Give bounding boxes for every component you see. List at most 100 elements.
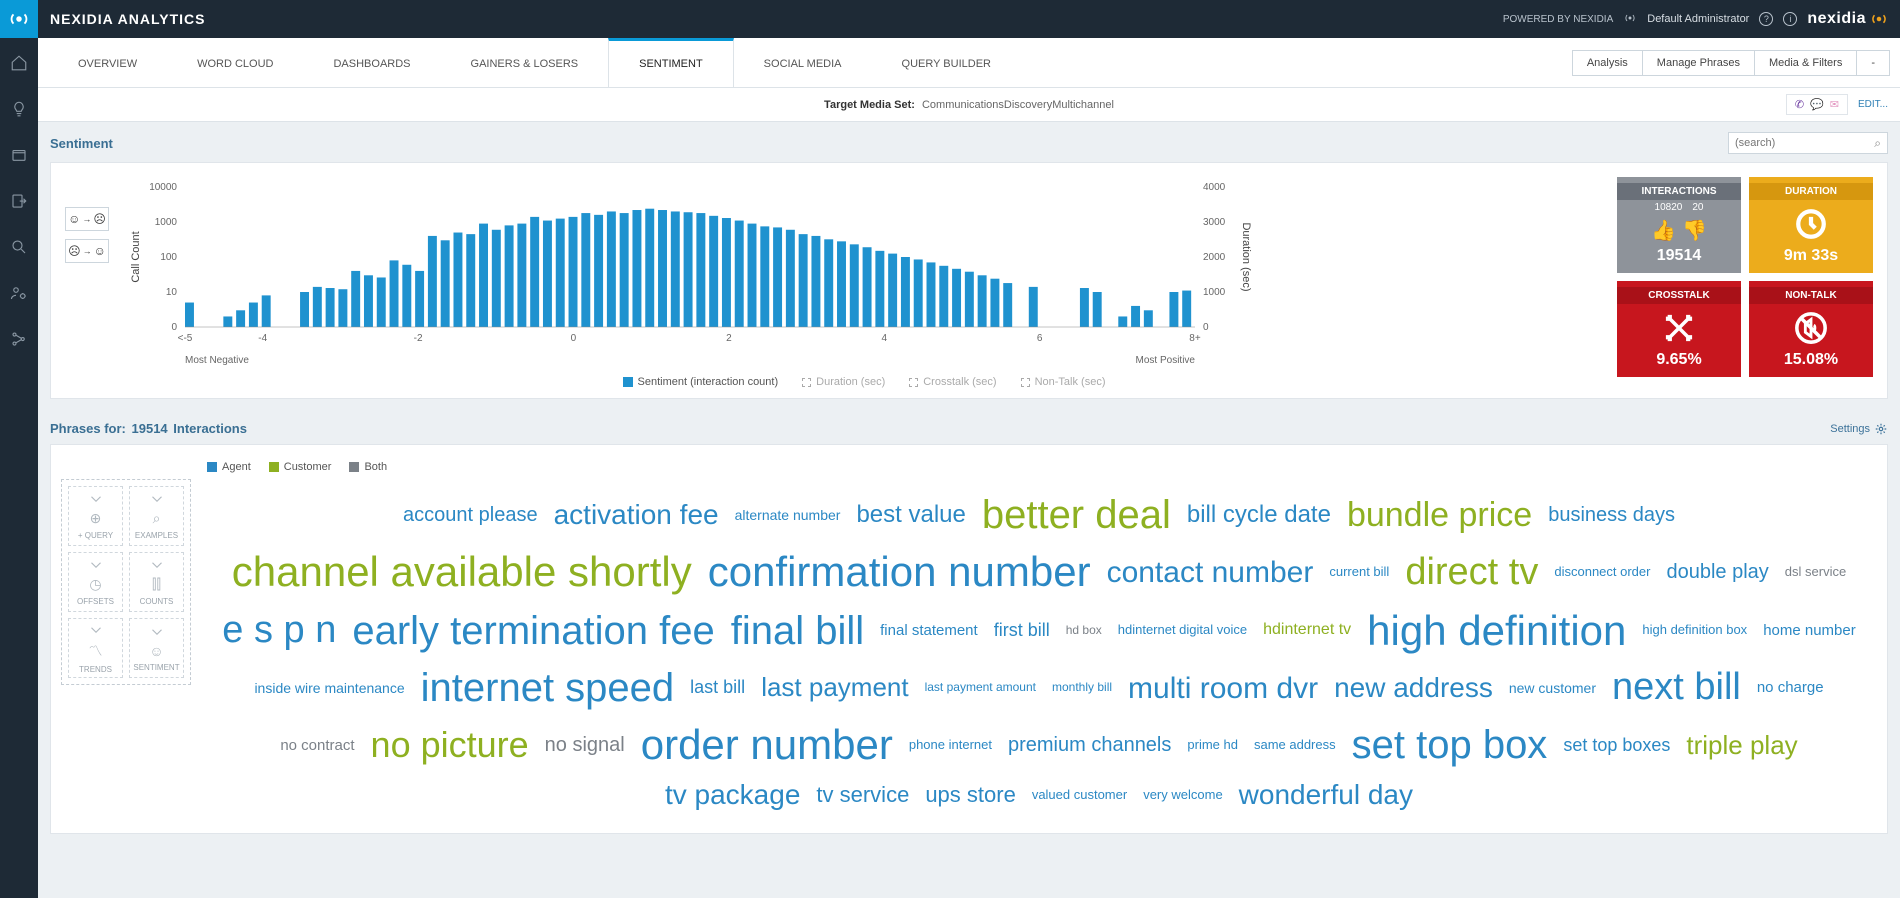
- phrase-valued-customer[interactable]: valued customer: [1032, 787, 1127, 804]
- search-input[interactable]: [1735, 137, 1874, 149]
- phrase-better-deal[interactable]: better deal: [982, 489, 1171, 541]
- phrase-confirmation-number[interactable]: confirmation number: [708, 545, 1091, 600]
- phrase-last-payment[interactable]: last payment: [761, 671, 908, 705]
- legend-sentiment[interactable]: Sentiment (interaction count): [623, 376, 779, 388]
- folder-icon[interactable]: [8, 144, 30, 166]
- phrase-high-definition-box[interactable]: high definition box: [1642, 622, 1747, 639]
- action-analysis[interactable]: Analysis: [1572, 50, 1643, 76]
- search-box[interactable]: ⌕: [1728, 132, 1888, 154]
- phrase-hdinternet-digital-voice[interactable]: hdinternet digital voice: [1118, 622, 1247, 639]
- edit-link[interactable]: EDIT...: [1858, 99, 1888, 110]
- phrase-best-value[interactable]: best value: [856, 499, 965, 530]
- phrase-wonderful-day[interactable]: wonderful day: [1239, 777, 1413, 813]
- phrase-high-definition[interactable]: high definition: [1367, 604, 1626, 659]
- tab-sentiment[interactable]: SENTIMENT: [608, 38, 734, 88]
- help-icon[interactable]: ?: [1759, 12, 1773, 26]
- kpi-interactions[interactable]: INTERACTIONS 10820 20 👍 👎 19514: [1617, 177, 1741, 273]
- tool-offsets[interactable]: ◷OFFSETS: [68, 552, 123, 612]
- info-icon[interactable]: i: [1783, 12, 1797, 26]
- nodes-gear-icon[interactable]: [8, 328, 30, 350]
- toggle-sad-to-happy[interactable]: ☹→☺: [65, 239, 109, 263]
- app-logo[interactable]: [0, 0, 38, 38]
- tool-sentiment[interactable]: ☺SENTIMENT: [129, 618, 184, 678]
- phrase-very-welcome[interactable]: very welcome: [1143, 787, 1222, 804]
- phrase-set-top-box[interactable]: set top box: [1352, 719, 1548, 771]
- kpi-duration[interactable]: DURATION 9m 33s: [1749, 177, 1873, 273]
- phrase-final-statement[interactable]: final statement: [880, 621, 978, 641]
- phrase-new-address[interactable]: new address: [1334, 670, 1493, 706]
- lightbulb-icon[interactable]: [8, 98, 30, 120]
- search-icon[interactable]: [8, 236, 30, 258]
- phrase-new-customer[interactable]: new customer: [1509, 679, 1596, 697]
- phrase-no-charge[interactable]: no charge: [1757, 678, 1824, 698]
- phrase-internet-speed[interactable]: internet speed: [421, 662, 675, 714]
- phrases-settings[interactable]: Settings: [1830, 422, 1888, 436]
- phrase-last-payment-amount[interactable]: last payment amount: [925, 680, 1036, 696]
- tool-examples[interactable]: ⌕EXAMPLES: [129, 486, 184, 546]
- phrase-no-contract[interactable]: no contract: [280, 736, 354, 756]
- tool-counts[interactable]: ⫿⫿COUNTS: [129, 552, 184, 612]
- phrase-disconnect-order[interactable]: disconnect order: [1554, 564, 1650, 581]
- action--[interactable]: -: [1857, 50, 1890, 76]
- phrase-double-play[interactable]: double play: [1666, 559, 1768, 585]
- action-manage-phrases[interactable]: Manage Phrases: [1643, 50, 1755, 76]
- tab-gainers-losers[interactable]: GAINERS & LOSERS: [441, 38, 609, 88]
- tool-trends[interactable]: 〽TRENDS: [68, 618, 123, 678]
- phrase-alternate-number[interactable]: alternate number: [735, 506, 841, 524]
- phrase-contact-number[interactable]: contact number: [1107, 553, 1314, 592]
- phrase-early-termination-fee[interactable]: early termination fee: [352, 605, 714, 657]
- legend-nontalk[interactable]: Non-Talk (sec): [1021, 376, 1106, 388]
- channel-icons[interactable]: ✆ 💬 ✉: [1786, 94, 1848, 115]
- phrase-direct-tv[interactable]: direct tv: [1405, 548, 1538, 597]
- legend-duration[interactable]: Duration (sec): [802, 376, 885, 388]
- phrase-prime-hd[interactable]: prime hd: [1187, 737, 1238, 754]
- phrase-bill-cycle-date[interactable]: bill cycle date: [1187, 499, 1331, 530]
- legend-customer[interactable]: Customer: [269, 461, 332, 473]
- export-icon[interactable]: [8, 190, 30, 212]
- phrase-dsl-service[interactable]: dsl service: [1785, 564, 1846, 581]
- phrase-no-picture[interactable]: no picture: [371, 722, 529, 769]
- phrase-next-bill[interactable]: next bill: [1612, 663, 1741, 712]
- phrase-inside-wire-maintenance[interactable]: inside wire maintenance: [254, 679, 404, 697]
- phrase-hd-box[interactable]: hd box: [1066, 623, 1102, 639]
- phrase-tv-service[interactable]: tv service: [816, 781, 909, 810]
- search-icon[interactable]: ⌕: [1874, 136, 1881, 151]
- kpi-crosstalk[interactable]: CROSSTALK 9.65%: [1617, 281, 1741, 377]
- phrase-no-signal[interactable]: no signal: [545, 732, 625, 758]
- phrase-tv-package[interactable]: tv package: [665, 777, 800, 813]
- kpi-nontalk[interactable]: NON-TALK 15.08%: [1749, 281, 1873, 377]
- phrase-order-number[interactable]: order number: [641, 718, 893, 773]
- tab-word-cloud[interactable]: WORD CLOUD: [167, 38, 303, 88]
- phrase-channel-available-shortly[interactable]: channel available shortly: [232, 545, 692, 600]
- legend-crosstalk[interactable]: Crosstalk (sec): [909, 376, 996, 388]
- tab-social-media[interactable]: SOCIAL MEDIA: [734, 38, 872, 88]
- phrase-multi-room-dvr[interactable]: multi room dvr: [1128, 669, 1318, 708]
- home-icon[interactable]: [8, 52, 30, 74]
- phrase-phone-internet[interactable]: phone internet: [909, 737, 992, 754]
- phrase-hdinternet-tv[interactable]: hdinternet tv: [1263, 620, 1351, 641]
- phrase-first-bill[interactable]: first bill: [994, 619, 1050, 642]
- phrase-same-address[interactable]: same address: [1254, 737, 1336, 754]
- phrase-triple-play[interactable]: triple play: [1686, 729, 1797, 763]
- phrase-ups-store[interactable]: ups store: [925, 781, 1016, 810]
- legend-agent[interactable]: Agent: [207, 461, 251, 473]
- phrase-bundle-price[interactable]: bundle price: [1347, 493, 1532, 537]
- phrase-monthly-bill[interactable]: monthly bill: [1052, 680, 1112, 696]
- phrase-last-bill[interactable]: last bill: [690, 676, 745, 699]
- phrase-account-please[interactable]: account please: [403, 502, 538, 528]
- tab-query-builder[interactable]: QUERY BUILDER: [872, 38, 1021, 88]
- tool--query[interactable]: ⊕+ QUERY: [68, 486, 123, 546]
- action-media-filters[interactable]: Media & Filters: [1755, 50, 1857, 76]
- users-gear-icon[interactable]: [8, 282, 30, 304]
- phrase-final-bill[interactable]: final bill: [731, 605, 864, 657]
- phrase-premium-channels[interactable]: premium channels: [1008, 732, 1171, 758]
- toggle-happy-to-sad[interactable]: ☺→☹: [65, 207, 109, 231]
- legend-both[interactable]: Both: [349, 461, 387, 473]
- tab-dashboards[interactable]: DASHBOARDS: [303, 38, 440, 88]
- phrase-set-top-boxes[interactable]: set top boxes: [1563, 734, 1670, 757]
- user-label[interactable]: Default Administrator: [1647, 13, 1749, 25]
- phrase-business-days[interactable]: business days: [1548, 502, 1675, 528]
- tab-overview[interactable]: OVERVIEW: [48, 38, 167, 88]
- phrase-home-number[interactable]: home number: [1763, 621, 1856, 641]
- phrase-activation-fee[interactable]: activation fee: [554, 497, 719, 533]
